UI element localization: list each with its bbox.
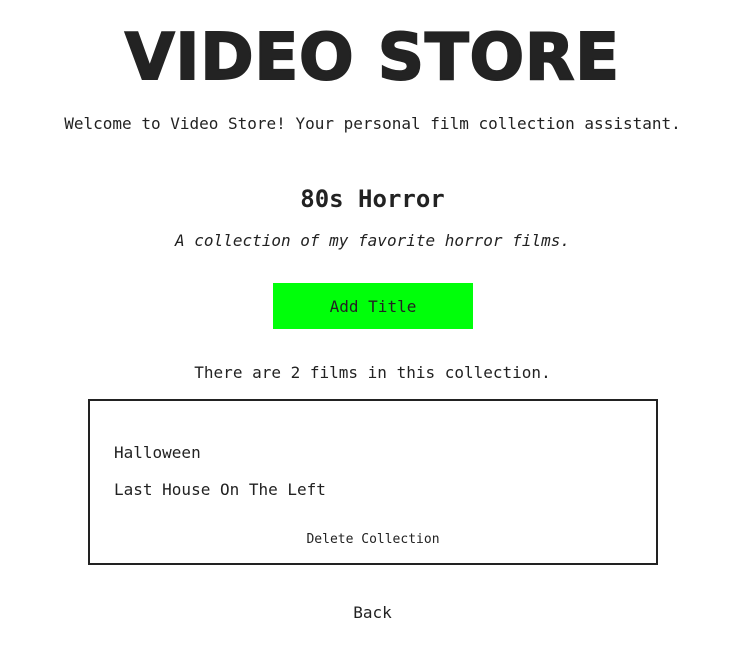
site-logo[interactable]: VIDEO STORE xyxy=(0,21,745,95)
page: VIDEO STORE Welcome to Video Store! Your… xyxy=(0,0,753,664)
collection-description: A collection of my favorite horror films… xyxy=(175,231,570,250)
delete-collection-link[interactable]: Delete Collection xyxy=(90,531,656,549)
add-title-label: Add Title xyxy=(329,296,417,316)
film-count-text: There are 2 films in this collection. xyxy=(194,363,551,382)
back-link[interactable]: Back xyxy=(0,602,745,624)
collection-title: 80s Horror xyxy=(300,185,445,213)
films-list-panel: Halloween Last House On The Left Delete … xyxy=(88,399,658,565)
film-item-halloween[interactable]: Halloween xyxy=(114,442,201,464)
add-title-button[interactable]: Add Title xyxy=(273,283,473,329)
welcome-tagline: Welcome to Video Store! Your personal fi… xyxy=(64,114,681,133)
film-item-last-house-on-the-left[interactable]: Last House On The Left xyxy=(114,479,326,501)
